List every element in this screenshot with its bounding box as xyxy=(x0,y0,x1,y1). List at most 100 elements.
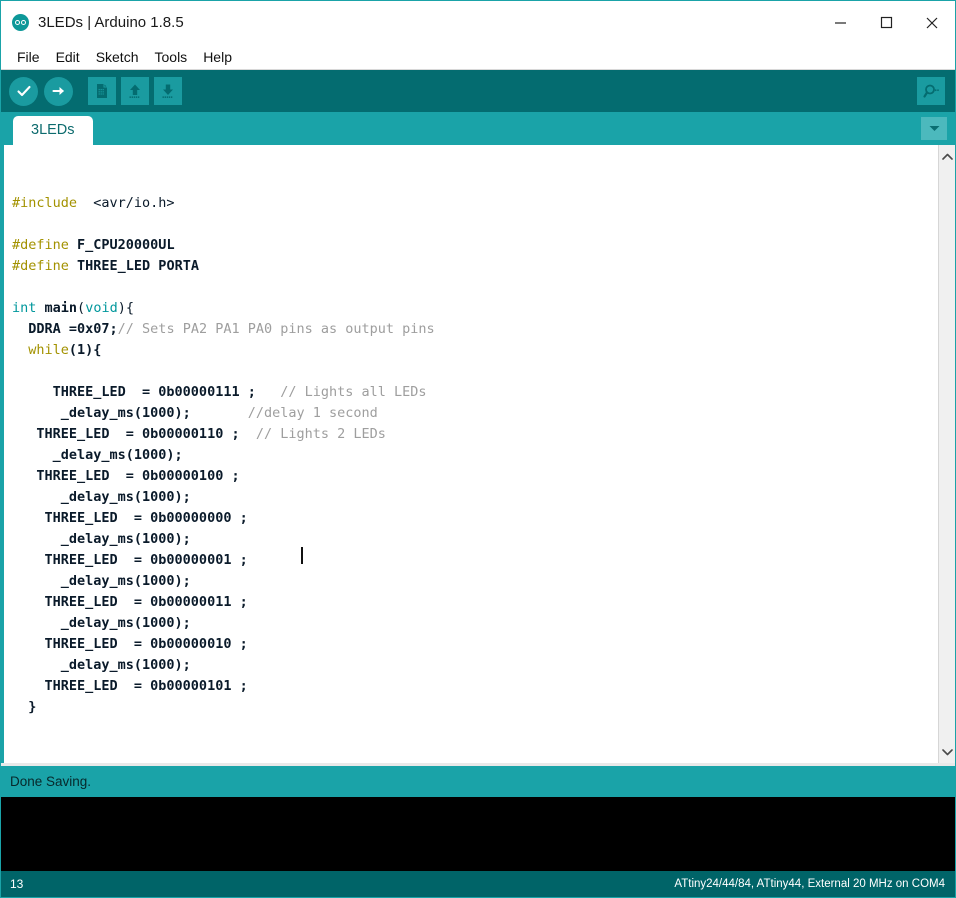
code-token: DDRA =0x07; xyxy=(28,321,118,337)
code-line: THREE_LED = 0b00000101 ; xyxy=(12,676,938,697)
code-line: THREE_LED = 0b00000100 ; xyxy=(12,466,938,487)
code-line: _delay_ms(1000); xyxy=(12,613,938,634)
menu-item-tools[interactable]: Tools xyxy=(147,47,196,67)
code-token: THREE_LED = 0b00000001 ; xyxy=(12,552,248,568)
code-token: void xyxy=(85,300,118,316)
code-token: // Lights 2 LEDs xyxy=(255,426,386,442)
code-token: } xyxy=(12,699,37,715)
code-token: THREE_LED = 0b00000101 ; xyxy=(12,678,248,694)
code-line: _delay_ms(1000); xyxy=(12,529,938,550)
code-token: #define xyxy=(12,258,69,274)
menu-item-edit[interactable]: Edit xyxy=(48,47,88,67)
magnifier-icon xyxy=(923,84,939,98)
code-line: THREE_LED = 0b00000001 ; xyxy=(12,550,938,571)
code-line: THREE_LED = 0b00000010 ; xyxy=(12,634,938,655)
menu-item-help[interactable]: Help xyxy=(195,47,240,67)
code-token: THREE_LED PORTA xyxy=(68,258,199,274)
tab-menu-button[interactable] xyxy=(921,117,947,140)
code-line: _delay_ms(1000); //delay 1 second xyxy=(12,403,938,424)
line-number-indicator: 13 xyxy=(10,877,24,891)
code-line: THREE_LED = 0b00000011 ; xyxy=(12,592,938,613)
code-token: <avr/io.h> xyxy=(77,195,175,211)
arduino-ide-window: 3LEDs | Arduino 1.8.5 File Edit Sketch T… xyxy=(0,0,956,898)
code-token: THREE_LED = 0b00000100 ; xyxy=(12,468,240,484)
code-token: #define xyxy=(12,237,69,253)
console-output[interactable] xyxy=(1,797,955,871)
code-token: _delay_ms(1000); xyxy=(12,531,191,547)
upload-button[interactable] xyxy=(44,76,73,106)
code-token: _delay_ms(1000); xyxy=(12,489,191,505)
code-line: _delay_ms(1000); xyxy=(12,571,938,592)
code-token: _delay_ms(1000); xyxy=(12,657,191,673)
code-token: THREE_LED = 0b00000111 ; xyxy=(12,384,273,400)
title-bar: 3LEDs | Arduino 1.8.5 xyxy=(1,1,955,44)
code-line: DDRA =0x07;// Sets PA2 PA1 PA0 pins as o… xyxy=(12,319,938,340)
code-token: // Lights all LEDs xyxy=(272,384,427,400)
check-icon xyxy=(16,85,31,97)
code-line: #include <avr/io.h> xyxy=(12,193,938,214)
code-line: #define THREE_LED PORTA xyxy=(12,256,938,277)
code-token: //delay 1 second xyxy=(247,405,378,421)
serial-monitor-button[interactable] xyxy=(917,77,945,105)
code-line: #define F_CPU20000UL xyxy=(12,235,938,256)
code-token: int xyxy=(12,300,37,316)
code-token: #include xyxy=(12,195,78,211)
tab-strip: 3LEDs xyxy=(1,112,955,145)
code-token: main xyxy=(44,300,78,316)
minimize-button[interactable] xyxy=(817,1,863,44)
arrow-up-icon xyxy=(129,84,140,98)
serial-monitor-tile[interactable] xyxy=(917,77,945,105)
window-controls xyxy=(817,1,955,44)
code-token: _delay_ms(1000); xyxy=(12,447,183,463)
new-document-icon xyxy=(97,84,107,98)
bottom-status-bar: 13 ATtiny24/44/84, ATtiny44, External 20… xyxy=(1,871,955,897)
open-sketch-button[interactable] xyxy=(121,77,149,105)
code-token: (1){ xyxy=(68,342,102,358)
code-token: F_CPU20000UL xyxy=(68,237,175,253)
close-button[interactable] xyxy=(909,1,955,44)
new-sketch-button[interactable] xyxy=(88,77,116,105)
code-line: THREE_LED = 0b00000111 ; // Lights all L… xyxy=(12,382,938,403)
code-line: while(1){ xyxy=(12,340,938,361)
code-token: THREE_LED = 0b00000110 ; xyxy=(12,426,256,442)
verify-button[interactable] xyxy=(9,76,38,106)
chevron-down-icon xyxy=(929,126,939,131)
editor-vertical-scrollbar[interactable] xyxy=(938,145,955,763)
code-token: THREE_LED = 0b00000011 ; xyxy=(12,594,248,610)
code-token: THREE_LED = 0b00000000 ; xyxy=(12,510,248,526)
code-line: THREE_LED = 0b00000110 ; // Lights 2 LED… xyxy=(12,424,938,445)
menu-item-file[interactable]: File xyxy=(9,47,48,67)
code-line: THREE_LED = 0b00000000 ; xyxy=(12,508,938,529)
code-line: _delay_ms(1000); xyxy=(12,655,938,676)
code-line: _delay_ms(1000); xyxy=(12,487,938,508)
editor-area: #include <avr/io.h> #define F_CPU20000UL… xyxy=(1,145,955,763)
code-token: THREE_LED = 0b00000010 ; xyxy=(12,636,248,652)
arrow-down-icon xyxy=(162,84,173,98)
code-token: _delay_ms(1000); xyxy=(12,615,191,631)
code-line: _delay_ms(1000); xyxy=(12,445,938,466)
menu-item-sketch[interactable]: Sketch xyxy=(88,47,147,67)
tab-3leds[interactable]: 3LEDs xyxy=(13,115,93,145)
chevron-up-icon xyxy=(941,153,953,160)
scroll-up-button[interactable] xyxy=(939,148,956,165)
code-token: ){ xyxy=(117,300,134,316)
code-token: _delay_ms(1000); xyxy=(12,405,248,421)
maximize-button[interactable] xyxy=(863,1,909,44)
code-line: } xyxy=(12,760,938,763)
code-line: } xyxy=(12,697,938,718)
scroll-down-button[interactable] xyxy=(939,743,956,760)
code-text[interactable]: #include <avr/io.h> #define F_CPU20000UL… xyxy=(4,145,938,763)
code-line: int main(void){ xyxy=(12,298,938,319)
text-cursor xyxy=(301,547,303,564)
menu-bar: File Edit Sketch Tools Help xyxy=(1,44,955,70)
save-sketch-button[interactable] xyxy=(154,77,182,105)
status-message-bar: Done Saving. xyxy=(1,763,955,797)
